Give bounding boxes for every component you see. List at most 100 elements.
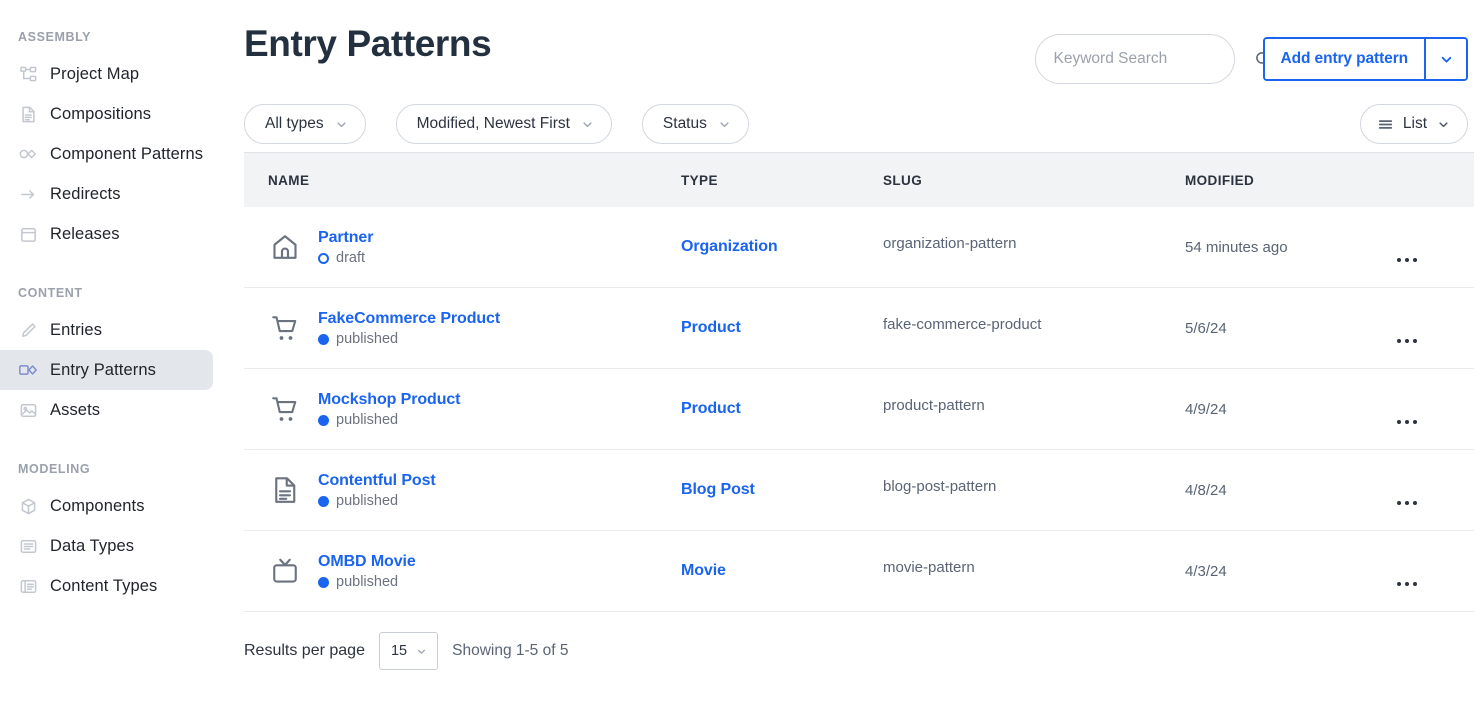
sidebar-item-label: Redirects bbox=[50, 184, 121, 203]
sidebar-item-label: Entry Patterns bbox=[50, 360, 156, 379]
entry-type-link[interactable]: Organization bbox=[681, 238, 778, 256]
status-badge: draft bbox=[318, 250, 373, 266]
entry-type-link[interactable]: Movie bbox=[681, 562, 726, 580]
sidebar-item-releases[interactable]: Releases bbox=[0, 214, 213, 254]
cell-actions bbox=[1390, 463, 1474, 517]
ellipsis-icon[interactable] bbox=[1390, 489, 1424, 517]
sidebar-item-content-types[interactable]: Content Types bbox=[0, 566, 213, 606]
sidebar-item-label: Components bbox=[50, 496, 145, 515]
chevron-down-icon bbox=[415, 645, 428, 658]
arrow-right-icon bbox=[18, 184, 38, 204]
add-entry-pattern-button[interactable]: Add entry pattern bbox=[1264, 39, 1424, 79]
header-actions: Add entry pattern bbox=[1034, 34, 1474, 84]
entry-name-link[interactable]: Contentful Post bbox=[318, 471, 436, 490]
nav-group-content: CONTENT Entries Entry Patterns Assets bbox=[0, 286, 240, 430]
app-root: ASSEMBLY Project Map Compositions Compon… bbox=[0, 0, 1484, 726]
view-mode-dropdown[interactable]: List bbox=[1359, 104, 1468, 144]
entry-pattern-icon bbox=[18, 360, 38, 380]
data-types-icon bbox=[18, 536, 38, 556]
sidebar: ASSEMBLY Project Map Compositions Compon… bbox=[0, 0, 240, 726]
status-label: published bbox=[336, 331, 399, 348]
entry-name-link[interactable]: OMBD Movie bbox=[318, 552, 416, 571]
page-title: Entry Patterns bbox=[244, 23, 492, 64]
cell-actions bbox=[1390, 544, 1474, 598]
column-header-type: TYPE bbox=[681, 172, 718, 188]
table-body: Partner draft Organization organization-pat… bbox=[244, 207, 1474, 612]
status-badge: published bbox=[318, 493, 436, 509]
cell-slug: movie-pattern bbox=[883, 559, 1185, 584]
entry-modified: 4/3/24 bbox=[1185, 562, 1227, 580]
entry-name-link[interactable]: FakeCommerce Product bbox=[318, 309, 500, 328]
entry-slug: product-pattern bbox=[883, 396, 985, 414]
cell-type: Product bbox=[681, 400, 883, 418]
document-icon bbox=[18, 104, 38, 124]
chevron-down-icon bbox=[1436, 117, 1451, 132]
sidebar-item-project-map[interactable]: Project Map bbox=[0, 54, 213, 94]
sidebar-item-label: Content Types bbox=[50, 576, 158, 595]
filter-type-dropdown[interactable]: All types bbox=[244, 104, 366, 144]
table-row[interactable]: FakeCommerce Product published Product fake… bbox=[244, 288, 1474, 369]
sidebar-item-label: Compositions bbox=[50, 104, 152, 123]
sidebar-item-label: Component Patterns bbox=[50, 144, 204, 163]
entry-slug: movie-pattern bbox=[883, 558, 975, 576]
sidebar-item-redirects[interactable]: Redirects bbox=[0, 174, 213, 214]
ellipsis-icon[interactable] bbox=[1390, 327, 1424, 355]
column-header-name: NAME bbox=[268, 172, 310, 188]
project-map-icon bbox=[18, 64, 38, 84]
cell-name: OMBD Movie published bbox=[244, 552, 681, 590]
status-badge: published bbox=[318, 331, 500, 347]
sidebar-item-data-types[interactable]: Data Types bbox=[0, 526, 213, 566]
entry-type-link[interactable]: Product bbox=[681, 400, 741, 418]
filter-status-label: Status bbox=[662, 115, 707, 132]
sidebar-item-components[interactable]: Components bbox=[0, 486, 213, 526]
ellipsis-icon[interactable] bbox=[1390, 570, 1424, 598]
page-header: Entry Patterns Add entry pattern bbox=[244, 0, 1474, 96]
table-row[interactable]: Mockshop Product published Product product-… bbox=[244, 369, 1474, 450]
table-footer: Results per page 15 Showing 1-5 of 5 bbox=[244, 612, 1474, 690]
search-box[interactable] bbox=[1034, 34, 1270, 84]
entry-slug: organization-pattern bbox=[883, 234, 1017, 252]
component-patterns-icon bbox=[18, 144, 38, 164]
sidebar-item-component-patterns[interactable]: Component Patterns bbox=[0, 134, 213, 174]
cell-type: Product bbox=[681, 319, 883, 337]
nav-group-label-modeling: MODELING bbox=[18, 462, 91, 476]
results-per-page-select[interactable]: 15 bbox=[378, 632, 439, 670]
cube-icon bbox=[18, 496, 38, 516]
sidebar-item-compositions[interactable]: Compositions bbox=[0, 94, 213, 134]
filter-sort-dropdown[interactable]: Modified, Newest First bbox=[395, 104, 612, 144]
table-row[interactable]: Contentful Post published Blog Post blog-po… bbox=[244, 450, 1474, 531]
status-label: published bbox=[336, 493, 399, 510]
entry-name-link[interactable]: Partner bbox=[318, 228, 373, 247]
showing-range: Showing 1-5 of 5 bbox=[452, 642, 569, 659]
sidebar-item-entries[interactable]: Entries bbox=[0, 310, 213, 350]
cell-modified: 4/3/24 bbox=[1185, 563, 1390, 580]
cell-actions bbox=[1390, 301, 1474, 355]
entry-name-link[interactable]: Mockshop Product bbox=[318, 390, 461, 409]
table-row[interactable]: Partner draft Organization organization-pat… bbox=[244, 207, 1474, 288]
cell-modified: 4/8/24 bbox=[1185, 482, 1390, 499]
chevron-down-icon[interactable] bbox=[1424, 39, 1466, 79]
entry-type-link[interactable]: Product bbox=[681, 319, 741, 337]
add-entry-pattern-group[interactable]: Add entry pattern bbox=[1262, 37, 1468, 81]
sidebar-item-label: Data Types bbox=[50, 536, 135, 555]
table-row[interactable]: OMBD Movie published Movie movie-pattern 4/3… bbox=[244, 531, 1474, 612]
cell-actions bbox=[1390, 220, 1474, 274]
cell-type: Movie bbox=[681, 562, 883, 580]
filter-status-dropdown[interactable]: Status bbox=[641, 104, 749, 144]
chevron-down-icon bbox=[334, 117, 349, 132]
cart-icon bbox=[268, 311, 302, 345]
entry-type-link[interactable]: Blog Post bbox=[681, 481, 755, 499]
entry-slug: fake-commerce-product bbox=[883, 315, 1042, 333]
cell-slug: product-pattern bbox=[883, 397, 1185, 422]
sidebar-item-assets[interactable]: Assets bbox=[0, 390, 213, 430]
cell-modified: 54 minutes ago bbox=[1185, 239, 1390, 256]
sidebar-item-entry-patterns[interactable]: Entry Patterns bbox=[0, 350, 213, 390]
status-dot-icon bbox=[318, 252, 329, 264]
ellipsis-icon[interactable] bbox=[1390, 408, 1424, 436]
results-per-page-label: Results per page bbox=[244, 642, 365, 659]
sidebar-item-label: Releases bbox=[50, 224, 120, 243]
search-input[interactable] bbox=[1053, 50, 1254, 68]
entry-patterns-table: NAME TYPE SLUG MODIFIED Partner draft Orga… bbox=[244, 152, 1474, 612]
ellipsis-icon[interactable] bbox=[1390, 246, 1424, 274]
filter-type-label: All types bbox=[265, 115, 324, 132]
